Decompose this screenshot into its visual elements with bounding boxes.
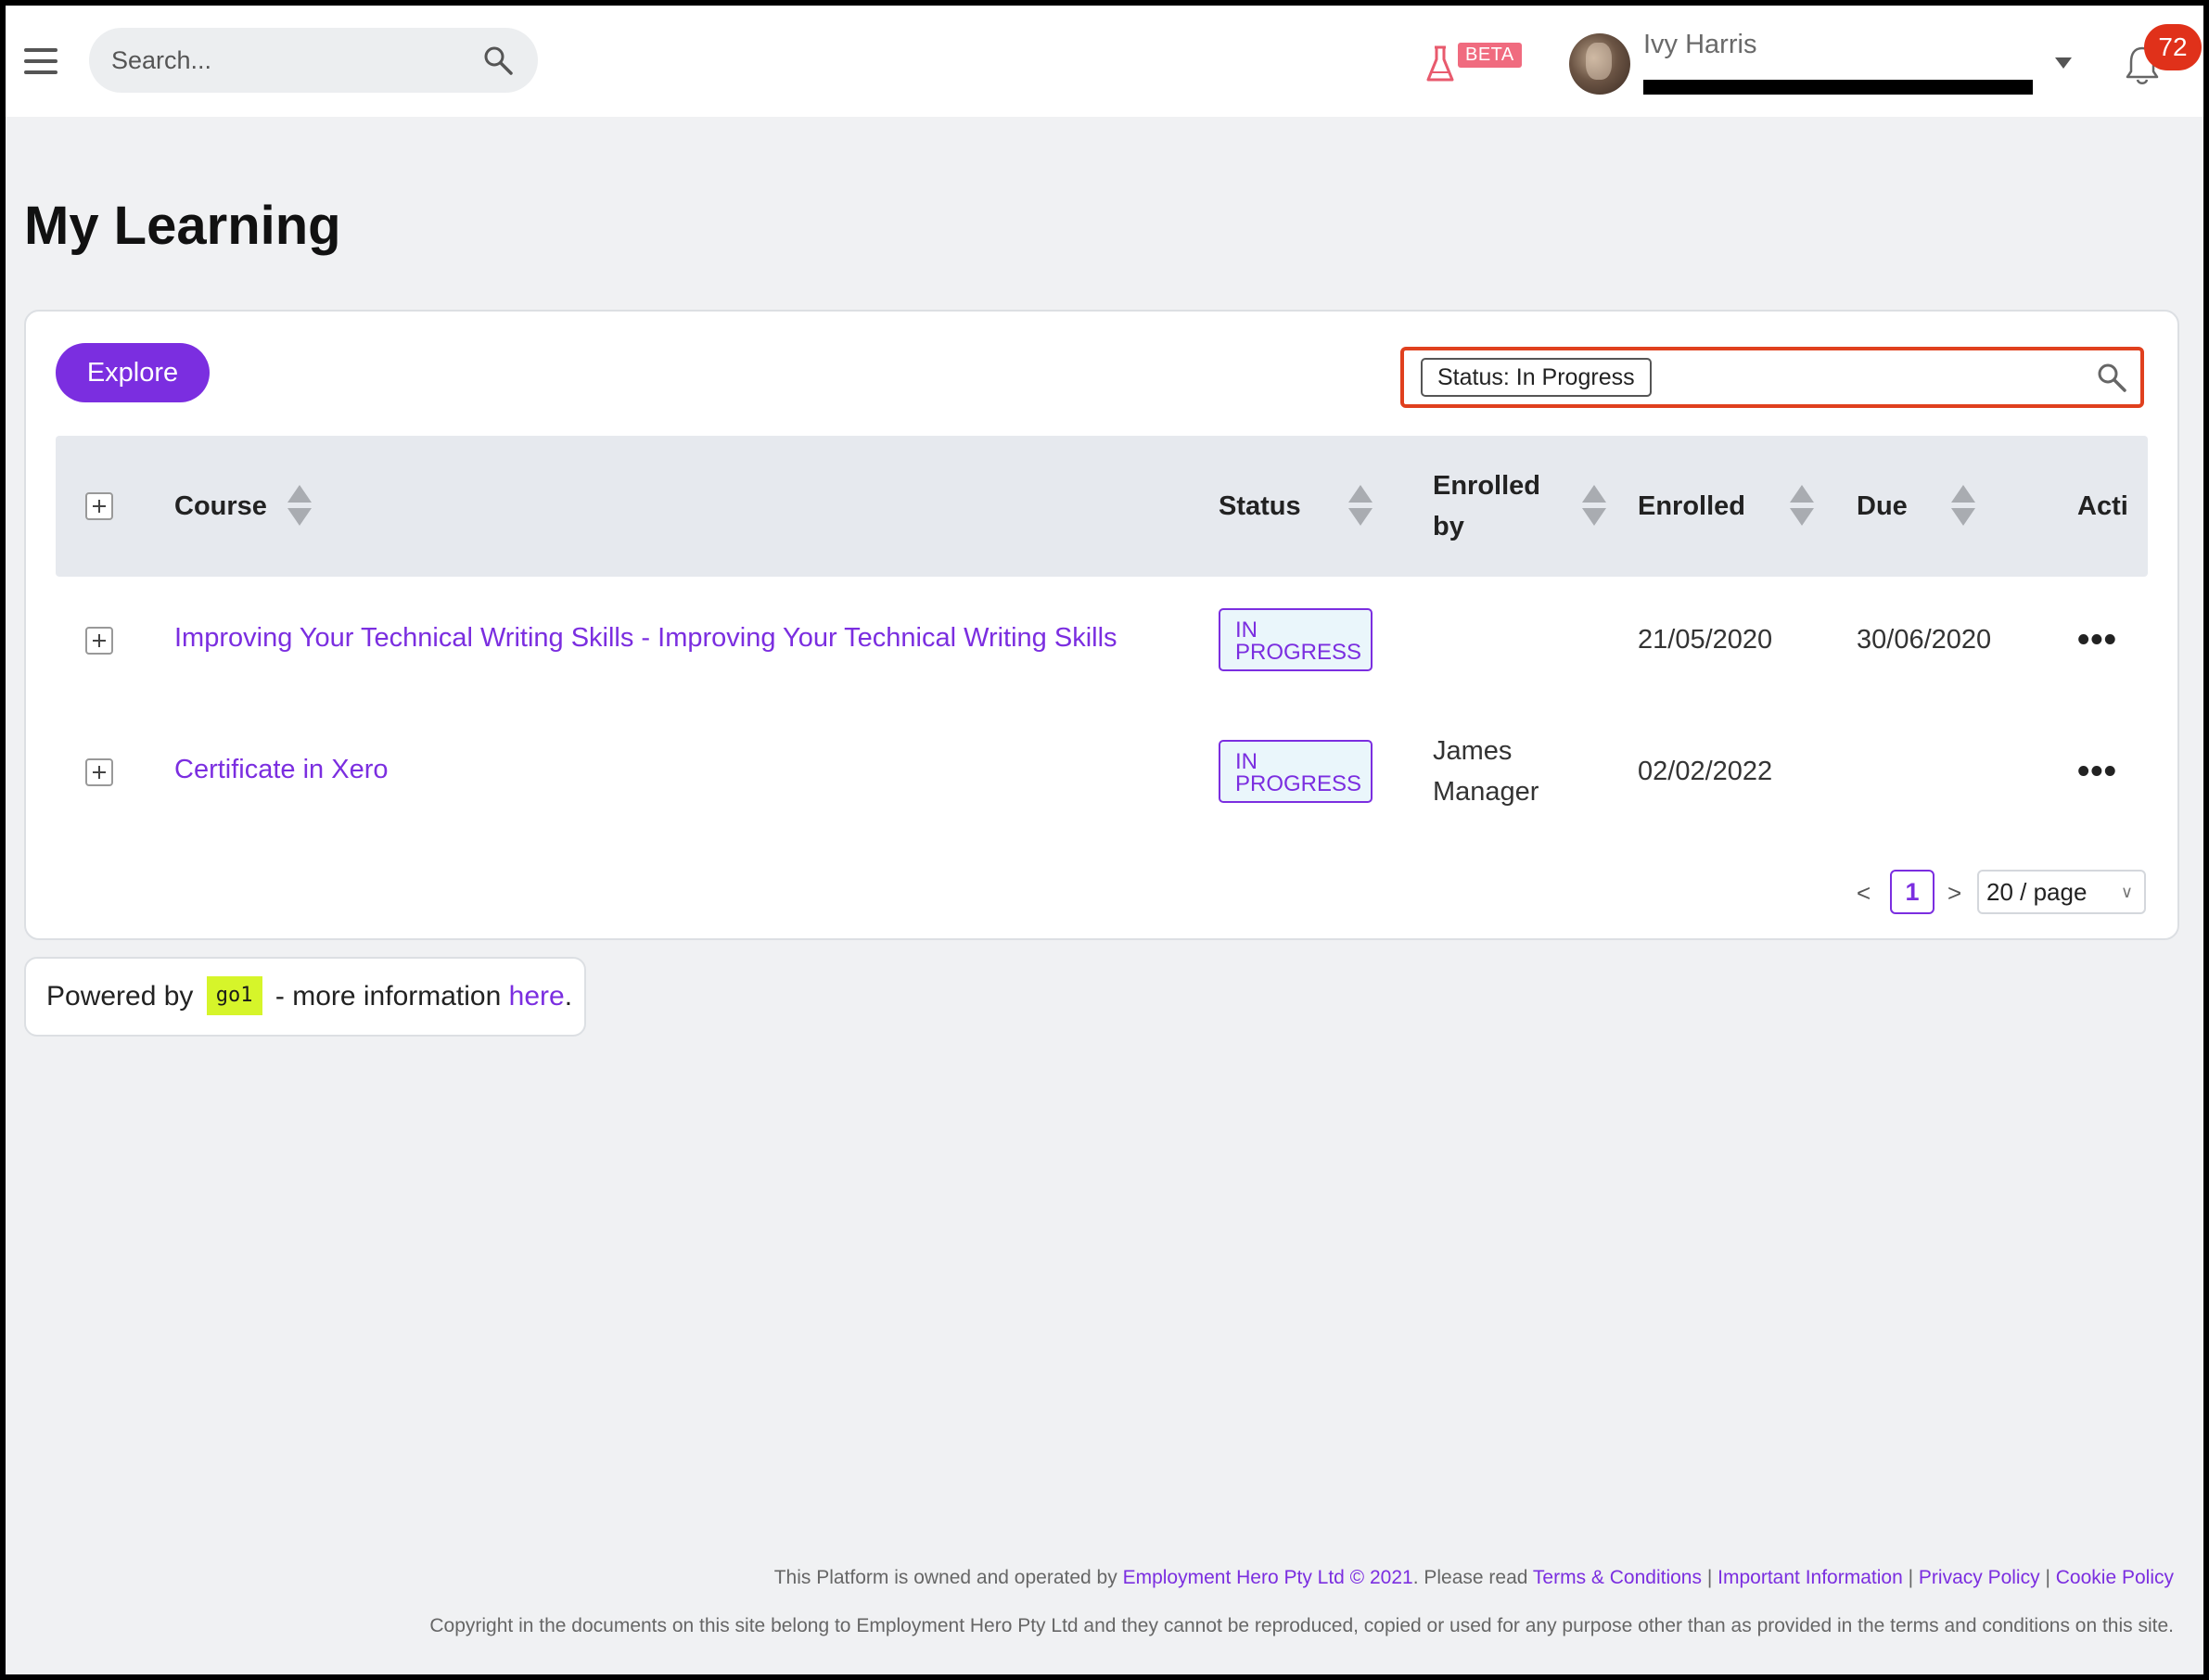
footer-separator: | (1908, 1567, 1914, 1588)
footer-separator: | (1706, 1567, 1713, 1588)
enrolled-by-line2: Manager (1433, 777, 1539, 807)
column-header-enrolled-by-line1: Enrolled (1433, 471, 1541, 501)
more-actions-icon[interactable]: ••• (2077, 622, 2117, 657)
beta-badge: BETA (1458, 43, 1522, 68)
column-header-enrolled-by-line2: by (1433, 512, 1464, 541)
expand-row-icon[interactable] (85, 627, 113, 655)
cookie-link[interactable]: Cookie Policy (2056, 1567, 2174, 1588)
enrolled-by-line1: James (1433, 736, 1513, 766)
column-header-enrolled-by[interactable]: Enrolled by (1433, 465, 1540, 547)
top-bar: BETA Ivy Harris 72 (6, 6, 2203, 117)
course-link[interactable]: Improving Your Technical Writing Skills … (174, 623, 1117, 654)
footer-owned-text: This Platform is owned and operated by (773, 1567, 1117, 1588)
more-actions-icon[interactable]: ••• (2077, 754, 2117, 789)
more-info-link[interactable]: here (509, 981, 565, 1012)
page-size-value: 20 / page (1986, 878, 2088, 906)
page-size-select[interactable]: 20 / page ∨ (1977, 870, 2146, 914)
course-link[interactable]: Certificate in Xero (174, 755, 389, 785)
powered-by-text: Powered by (46, 981, 194, 1012)
enrolled-date: 21/05/2020 (1638, 625, 1773, 655)
learning-table: Course Status Enrolled by Enrolled Due A… (56, 436, 2148, 840)
important-info-link[interactable]: Important Information (1717, 1567, 1903, 1588)
sort-icon[interactable] (287, 485, 312, 528)
table-row: Improving Your Technical Writing Skills … (56, 577, 2148, 708)
search-icon[interactable] (2096, 362, 2127, 393)
status-badge-line2: PROGRESS (1235, 771, 1362, 796)
chevron-down-icon: ∨ (2120, 883, 2133, 901)
enrolled-by: James Manager (1433, 731, 1539, 812)
status-badge-line1: IN (1235, 617, 1258, 643)
footer-separator: | (2045, 1567, 2050, 1588)
footer-please-read: . Please read (1412, 1567, 1528, 1588)
menu-icon[interactable] (24, 48, 57, 76)
column-header-course[interactable]: Course (174, 486, 267, 527)
privacy-link[interactable]: Privacy Policy (1919, 1567, 2040, 1588)
search-icon[interactable] (482, 45, 514, 76)
redacted-email (1643, 80, 2033, 95)
table-header: Course Status Enrolled by Enrolled Due A… (56, 436, 2148, 577)
expand-row-icon[interactable] (85, 758, 113, 786)
filter-search-box[interactable]: Status: In Progress (1400, 347, 2144, 408)
global-search[interactable] (89, 28, 538, 93)
expand-all-icon[interactable] (85, 492, 113, 520)
table-row: Certificate in Xero IN PROGRESS James Ma… (56, 708, 2148, 840)
status-badge-line2: PROGRESS (1235, 640, 1362, 665)
page-title: My Learning (24, 196, 341, 256)
company-link[interactable]: Employment Hero Pty Ltd © 2021 (1123, 1567, 1413, 1588)
footer-links: This Platform is owned and operated by E… (774, 1567, 2174, 1589)
status-filter-chip[interactable]: Status: In Progress (1421, 358, 1652, 397)
more-info-text: - more information (275, 981, 502, 1012)
explore-button[interactable]: Explore (56, 343, 210, 402)
flask-icon (1426, 45, 1454, 82)
status-badge: IN PROGRESS (1219, 740, 1373, 803)
notification-badge[interactable]: 72 (2144, 24, 2202, 70)
go1-logo: go1 (206, 976, 262, 1016)
pagination-page-1[interactable]: 1 (1890, 870, 1934, 914)
column-header-actions: Acti (2077, 491, 2128, 521)
powered-by-box: Powered by go1 - more information here. (24, 957, 586, 1037)
column-header-status[interactable]: Status (1219, 486, 1301, 527)
status-badge: IN PROGRESS (1219, 608, 1373, 671)
column-header-enrolled[interactable]: Enrolled (1638, 486, 1745, 527)
enrolled-date: 02/02/2022 (1638, 757, 1773, 786)
chevron-down-icon[interactable] (2055, 57, 2072, 69)
user-name[interactable]: Ivy Harris (1643, 30, 1756, 60)
sort-icon[interactable] (1348, 485, 1373, 528)
avatar[interactable] (1569, 33, 1630, 95)
app-frame: BETA Ivy Harris 72 My Learning Explore S… (6, 6, 2203, 1674)
status-badge-line1: IN (1235, 749, 1258, 774)
footer-copyright: Copyright in the documents on this site … (429, 1615, 2174, 1636)
powered-suffix: . (564, 981, 573, 1012)
pagination-prev[interactable]: < (1857, 879, 1871, 908)
search-input[interactable] (111, 28, 464, 93)
sort-icon[interactable] (1951, 485, 1975, 528)
terms-link[interactable]: Terms & Conditions (1533, 1567, 1702, 1588)
pagination-next[interactable]: > (1947, 879, 1961, 908)
sort-icon[interactable] (1790, 485, 1814, 528)
due-date: 30/06/2020 (1857, 625, 1992, 655)
sort-icon[interactable] (1582, 485, 1606, 528)
column-header-due[interactable]: Due (1857, 486, 1908, 527)
learning-card: Explore Status: In Progress Course Statu… (24, 310, 2179, 940)
